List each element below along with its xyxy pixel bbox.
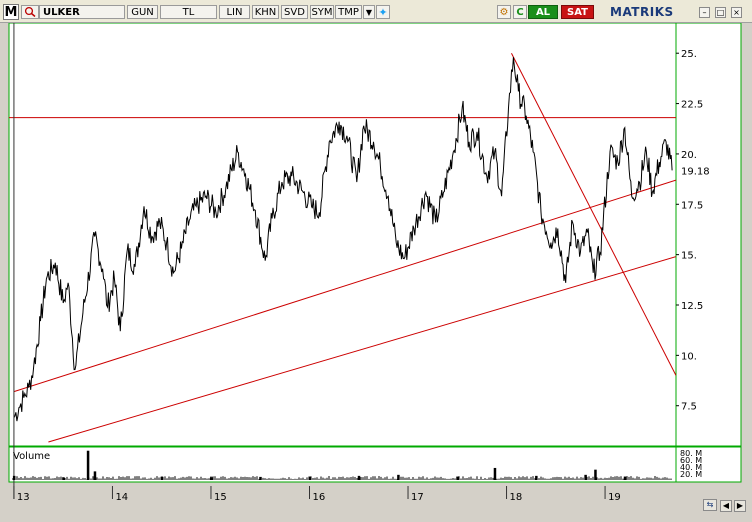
toolbar: M ULKER GUN TL LIN KHN SVD SYM TMP ▼ ✦ ⚙… bbox=[0, 0, 752, 23]
settings-icon[interactable]: ⚙ bbox=[497, 5, 511, 19]
svd-button[interactable]: SVD bbox=[281, 5, 308, 19]
volume-bar bbox=[259, 476, 262, 480]
template-button[interactable]: TMP bbox=[335, 5, 362, 19]
volume-bar bbox=[584, 474, 587, 480]
y-tick-label: 22.5 bbox=[681, 100, 703, 111]
refresh-icon[interactable]: C bbox=[513, 5, 527, 19]
sell-button[interactable]: SAT bbox=[561, 5, 594, 19]
volume-tick-label: 20. M bbox=[680, 470, 702, 479]
brand-logo: MATRIKS bbox=[610, 5, 674, 19]
volume-bar bbox=[535, 475, 538, 480]
price-panel[interactable] bbox=[8, 23, 742, 447]
x-tick-label: 16 bbox=[312, 492, 325, 503]
volume-bar bbox=[357, 475, 361, 480]
y-tick-label: 7.5 bbox=[681, 402, 697, 413]
volume-bar bbox=[493, 467, 497, 480]
y-tick-label: 12.5 bbox=[681, 301, 703, 312]
volume-bar bbox=[62, 477, 65, 480]
volume-bar bbox=[209, 477, 213, 480]
minimize-icon[interactable]: – bbox=[699, 7, 710, 18]
search-icon[interactable] bbox=[21, 5, 39, 19]
bird-icon[interactable]: ✦ bbox=[376, 5, 390, 19]
volume-bar bbox=[12, 475, 16, 480]
volume-bar bbox=[308, 476, 311, 480]
symbol-field[interactable]: ULKER bbox=[39, 5, 125, 19]
volume-bar bbox=[456, 476, 459, 480]
scroll-left-icon[interactable]: ◀ bbox=[720, 500, 732, 512]
period-button[interactable]: GUN bbox=[127, 5, 158, 19]
x-tick-label: 13 bbox=[17, 492, 30, 503]
symbol-button[interactable]: SYM bbox=[310, 5, 334, 19]
y-tick-label: 25. bbox=[681, 49, 697, 60]
buy-button[interactable]: AL bbox=[528, 5, 558, 19]
dropdown-arrow-icon[interactable]: ▼ bbox=[363, 5, 375, 19]
volume-label: Volume bbox=[13, 451, 50, 462]
scroll-right-icon[interactable]: ▶ bbox=[734, 500, 746, 512]
price-chart[interactable]: 7.5 10. 12.5 15. 17.5 20. 22.5 25. 19.18 13 14 15 1… bbox=[0, 23, 752, 522]
x-tick-label: 19 bbox=[608, 492, 621, 503]
x-tick-label: 17 bbox=[411, 492, 424, 503]
currency-button[interactable]: TL bbox=[160, 5, 217, 19]
y-tick-label: 10. bbox=[681, 351, 697, 362]
y-tick-label: 20. bbox=[681, 150, 697, 161]
volume-bar bbox=[86, 450, 90, 480]
app-logo[interactable]: M bbox=[3, 4, 19, 20]
volume-bar bbox=[623, 476, 627, 480]
y-tick-label: 17.5 bbox=[681, 200, 703, 211]
last-price-label: 19.18 bbox=[681, 166, 710, 177]
sync-chart-icon[interactable]: ⇆ bbox=[703, 499, 717, 511]
volume-bar bbox=[93, 471, 97, 480]
x-tick-label: 14 bbox=[115, 492, 128, 503]
volume-bar bbox=[160, 476, 164, 480]
x-tick-label: 15 bbox=[214, 492, 227, 503]
line-style-button[interactable]: KHN bbox=[252, 5, 279, 19]
volume-bar bbox=[397, 474, 400, 480]
close-icon[interactable]: × bbox=[731, 7, 742, 18]
y-tick-label: 15. bbox=[681, 251, 697, 262]
maximize-icon[interactable]: □ bbox=[715, 7, 726, 18]
x-tick-label: 18 bbox=[510, 492, 523, 503]
volume-bar bbox=[594, 469, 597, 480]
scale-button[interactable]: LIN bbox=[219, 5, 250, 19]
